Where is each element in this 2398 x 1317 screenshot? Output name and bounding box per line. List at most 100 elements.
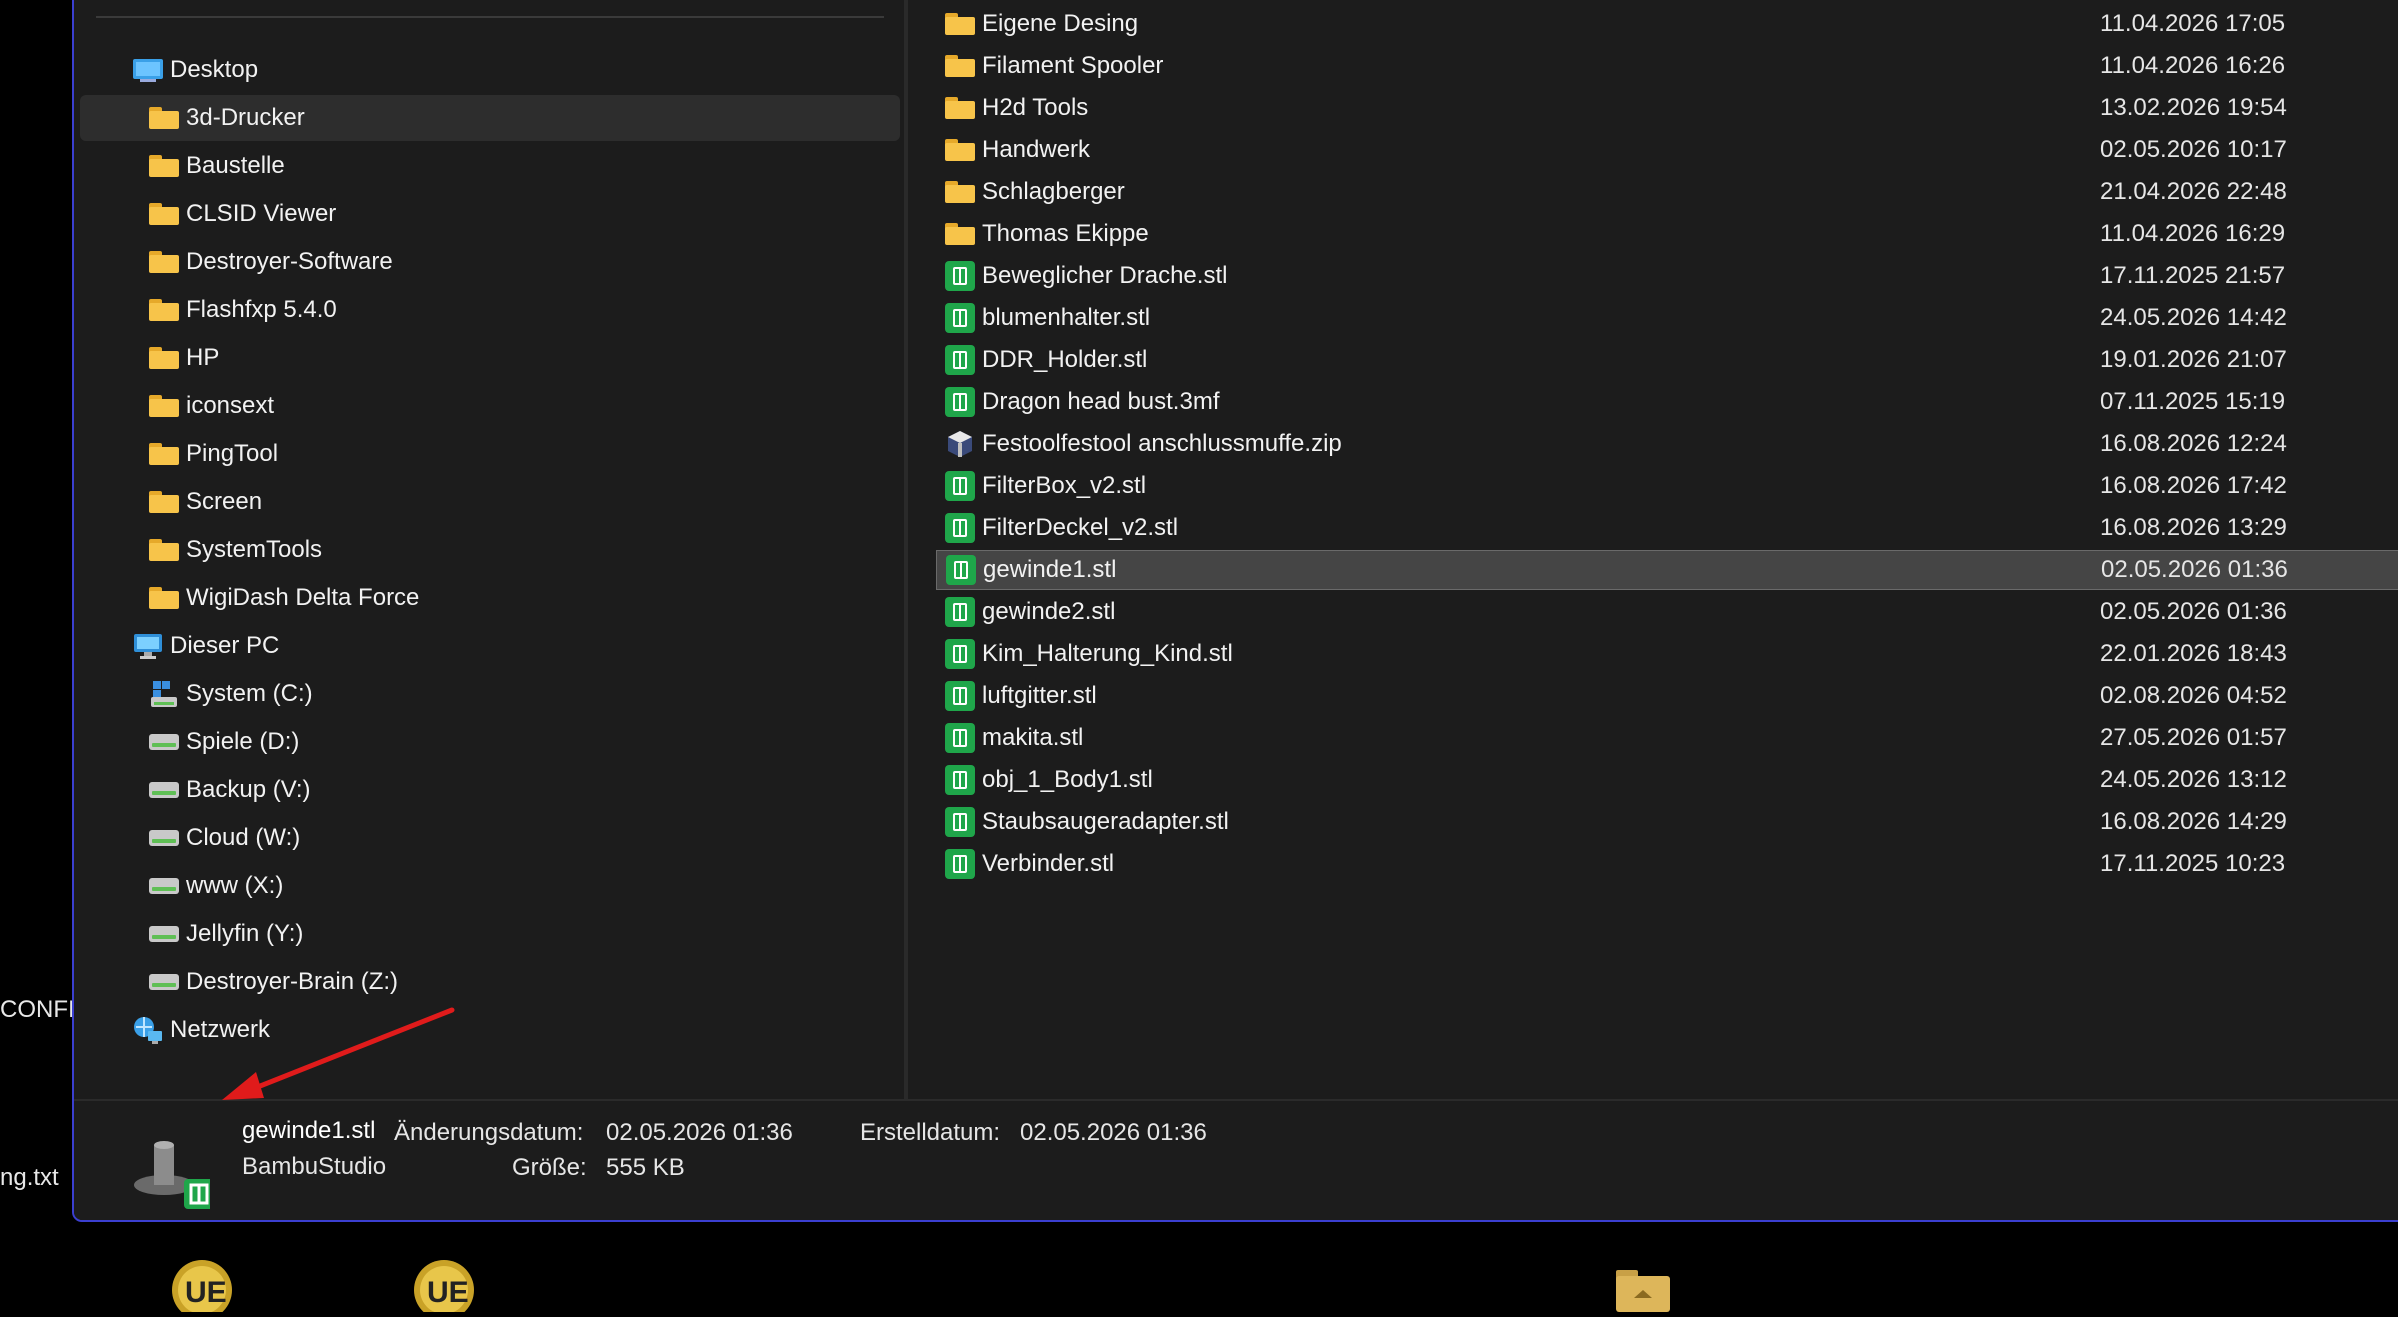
file-name: Staubsaugeradapter.stl	[982, 808, 1229, 835]
file-row[interactable]: luftgitter.stl 02.08.2026 04:52	[936, 676, 2398, 716]
nav-item[interactable]: Destroyer-Software	[80, 239, 900, 285]
file-name: Schlagberger	[982, 178, 1125, 205]
nav-item[interactable]: Desktop	[80, 47, 900, 93]
folder-icon	[944, 218, 976, 250]
nav-item[interactable]: www (X:)	[80, 863, 900, 909]
file-date: 16.08.2026 12:24	[2100, 430, 2287, 457]
file-date: 16.08.2026 14:29	[2100, 808, 2287, 835]
nav-item[interactable]: System (C:)	[80, 671, 900, 717]
detail-modified-label: Änderungsdatum:	[394, 1119, 584, 1146]
desktop-file-label[interactable]: CONFI.	[0, 996, 81, 1024]
stl-file-icon	[944, 848, 976, 880]
nav-item[interactable]: Netzwerk	[80, 1007, 900, 1053]
folder-icon	[146, 390, 182, 422]
file-row[interactable]: Schlagberger 21.04.2026 22:48	[936, 172, 2398, 212]
network-drive-icon	[146, 918, 182, 950]
file-row[interactable]: Festoolfestool anschlussmuffe.zip 16.08.2…	[936, 424, 2398, 464]
nav-item-label: Spiele (D:)	[186, 728, 300, 755]
nav-item[interactable]: Destroyer-Brain (Z:)	[80, 959, 900, 1005]
nav-item-label: Destroyer-Software	[186, 248, 393, 275]
file-date: 13.02.2026 19:54	[2100, 94, 2287, 121]
file-row[interactable]: FilterDeckel_v2.stl 16.08.2026 13:29	[936, 508, 2398, 548]
file-list[interactable]: Eigene Desing 11.04.2026 17:05 Filament Sp…	[936, 0, 2398, 1099]
folder-icon	[146, 198, 182, 230]
detail-size-label: Größe:	[512, 1154, 587, 1181]
ultraedit-icon[interactable]: UE	[412, 1258, 476, 1317]
folder-icon	[146, 150, 182, 182]
network-drive-icon	[146, 870, 182, 902]
nav-item[interactable]: Dieser PC	[80, 623, 900, 669]
nav-item[interactable]: Cloud (W:)	[80, 815, 900, 861]
folder-icon	[146, 438, 182, 470]
stl-file-icon	[944, 596, 976, 628]
nav-item[interactable]: WigiDash Delta Force	[80, 575, 900, 621]
folder-icon	[944, 92, 976, 124]
nav-item-label: 3d-Drucker	[186, 104, 305, 131]
nav-item[interactable]: CLSID Viewer	[80, 191, 900, 237]
ultraedit-icon[interactable]: UE	[170, 1258, 234, 1317]
file-name: Kim_Halterung_Kind.stl	[982, 640, 1233, 667]
nav-item[interactable]: Jellyfin (Y:)	[80, 911, 900, 957]
nav-item[interactable]: Backup (V:)	[80, 767, 900, 813]
file-thumbnail	[130, 1123, 214, 1213]
detail-created-label: Erstelldatum:	[860, 1119, 1001, 1146]
folder-icon	[944, 134, 976, 166]
nav-item[interactable]: iconsext	[80, 383, 900, 429]
file-row[interactable]: Staubsaugeradapter.stl 16.08.2026 14:29	[936, 802, 2398, 842]
file-row[interactable]: DDR_Holder.stl 19.01.2026 21:07	[936, 340, 2398, 380]
file-row[interactable]: Thomas Ekippe 11.04.2026 16:29	[936, 214, 2398, 254]
file-name: blumenhalter.stl	[982, 304, 1151, 331]
network-icon	[130, 1014, 166, 1046]
svg-text:UE: UE	[185, 1276, 227, 1309]
nav-item-label: System (C:)	[186, 680, 313, 707]
file-date: 24.05.2026 13:12	[2100, 766, 2287, 793]
file-row[interactable]: H2d Tools 13.02.2026 19:54	[936, 88, 2398, 128]
navigation-pane[interactable]: Desktop 3d-Drucker Baustelle CLSID Viewer De…	[74, 0, 908, 1099]
nav-item[interactable]: 3d-Drucker	[80, 95, 900, 141]
nav-item-label: WigiDash Delta Force	[186, 584, 420, 611]
file-name: Beweglicher Drache.stl	[982, 262, 1228, 289]
file-row[interactable]: FilterBox_v2.stl 16.08.2026 17:42	[936, 466, 2398, 506]
file-row[interactable]: makita.stl 27.05.2026 01:57	[936, 718, 2398, 758]
file-row[interactable]: gewinde1.stl 02.05.2026 01:36	[936, 550, 2398, 590]
drive-icon	[146, 726, 182, 758]
nav-item[interactable]: SystemTools	[80, 527, 900, 573]
nav-item[interactable]: PingTool	[80, 431, 900, 477]
file-name: gewinde1.stl	[983, 556, 1117, 583]
nav-item[interactable]: Spiele (D:)	[80, 719, 900, 765]
file-name: gewinde2.stl	[982, 598, 1116, 625]
file-row[interactable]: Kim_Halterung_Kind.stl 22.01.2026 18:43	[936, 634, 2398, 674]
file-row[interactable]: Filament Spooler 11.04.2026 16:26	[936, 46, 2398, 86]
svg-text:UE: UE	[427, 1276, 469, 1309]
system-drive-icon	[146, 678, 182, 710]
detail-modified-value: 02.05.2026 01:36	[606, 1119, 793, 1146]
nav-item[interactable]: Flashfxp 5.4.0	[80, 287, 900, 333]
file-name: makita.stl	[982, 724, 1084, 751]
nav-item-label: www (X:)	[186, 872, 284, 899]
file-row[interactable]: Beweglicher Drache.stl 17.11.2025 21:57	[936, 256, 2398, 296]
file-row[interactable]: Eigene Desing 11.04.2026 17:05	[936, 4, 2398, 44]
file-row[interactable]: gewinde2.stl 02.05.2026 01:36	[936, 592, 2398, 632]
file-row[interactable]: obj_1_Body1.stl 24.05.2026 13:12	[936, 760, 2398, 800]
folder-icon	[146, 534, 182, 566]
file-row[interactable]: Dragon head bust.3mf 07.11.2025 15:19	[936, 382, 2398, 422]
detail-size-value: 555 KB	[606, 1154, 685, 1181]
folder-shortcut-icon[interactable]	[1614, 1264, 1672, 1317]
file-row[interactable]: Handwerk 02.05.2026 10:17	[936, 130, 2398, 170]
stl-file-icon	[944, 764, 976, 796]
desktop-file-label[interactable]: ng.txt	[0, 1164, 59, 1192]
network-drive-icon	[146, 966, 182, 998]
file-row[interactable]: blumenhalter.stl 24.05.2026 14:42	[936, 298, 2398, 338]
stl-file-icon	[944, 470, 976, 502]
nav-item[interactable]: Baustelle	[80, 143, 900, 189]
nav-item[interactable]: HP	[80, 335, 900, 381]
nav-item[interactable]: Screen	[80, 479, 900, 525]
file-date: 24.05.2026 14:42	[2100, 304, 2287, 331]
file-date: 17.11.2025 21:57	[2100, 262, 2286, 289]
detail-file-name: gewinde1.stl	[242, 1117, 376, 1144]
stl-file-icon	[944, 722, 976, 754]
file-name: Eigene Desing	[982, 10, 1139, 37]
file-date: 27.05.2026 01:57	[2100, 724, 2287, 751]
computer-icon	[130, 630, 166, 662]
file-row[interactable]: Verbinder.stl 17.11.2025 10:23	[936, 844, 2398, 884]
